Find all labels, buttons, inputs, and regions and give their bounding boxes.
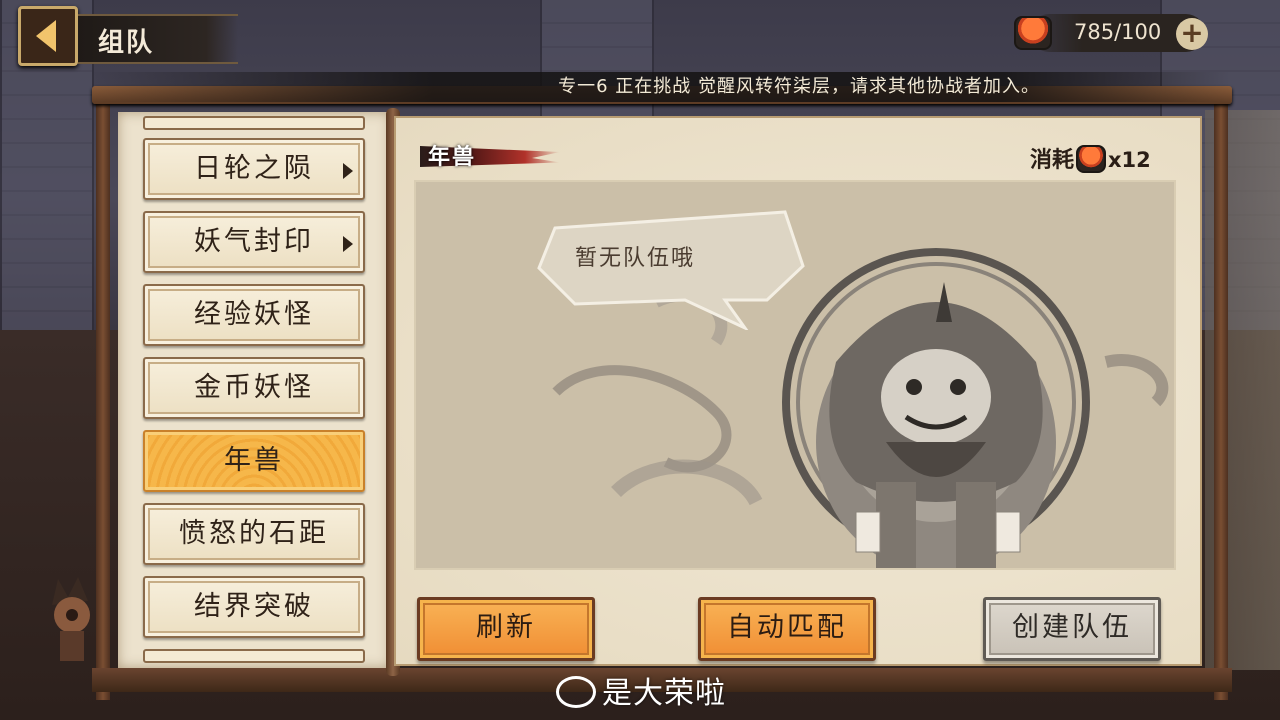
sushi-icon [1014, 16, 1052, 50]
refresh-button[interactable]: 刷新 [417, 597, 595, 661]
triangle-right-icon [343, 163, 353, 179]
menu-item-sun-wheel[interactable]: 日轮之陨 [143, 138, 365, 200]
menu-item-label: 经验妖怪 [194, 299, 314, 330]
page-title: 组队 [98, 28, 155, 58]
currency-value: 785/100 [1074, 20, 1162, 44]
mascot-character [52, 577, 90, 661]
menu-item-label: 日轮之陨 [194, 153, 314, 184]
weibo-icon [556, 675, 596, 708]
menu-item-label: 年兽 [224, 445, 284, 476]
menu-item-partial [143, 649, 365, 663]
auto-match-button[interactable]: 自动匹配 [698, 597, 876, 661]
menu-item-label: 金币妖怪 [194, 372, 314, 403]
cost-label: 消耗 [1030, 148, 1075, 173]
menu-item-label: 结界突破 [194, 591, 314, 622]
back-button[interactable] [18, 6, 78, 66]
menu-item-partial [143, 116, 365, 130]
menu-item-angry-octopus[interactable]: 愤怒的石距 [143, 503, 365, 565]
watermark: 是大荣啦 [556, 668, 726, 712]
empty-team-message: 暂无队伍哦 [574, 246, 695, 271]
create-team-button[interactable]: 创建队伍 [983, 597, 1161, 661]
menu-item-nian-beast[interactable]: 年兽 [143, 430, 365, 492]
add-currency-button[interactable]: + [1176, 18, 1208, 50]
frame-pole-right [1214, 100, 1228, 700]
panel-title: 年兽 [428, 145, 477, 170]
sushi-icon [1076, 145, 1107, 173]
cost-amount: x12 [1108, 148, 1151, 172]
menu-item-barrier-breakthrough[interactable]: 结界突破 [143, 576, 365, 638]
triangle-right-icon [343, 236, 353, 252]
menu-item-exp-monster[interactable]: 经验妖怪 [143, 284, 365, 346]
menu-item-gold-monster[interactable]: 金币妖怪 [143, 357, 365, 419]
menu-item-label: 妖气封印 [194, 226, 314, 257]
team-invite-notice[interactable]: 专一6 正在挑战 觉醒风转符柒层，请求其他协战者加入。 [90, 72, 1230, 102]
menu-item-demon-seal[interactable]: 妖气封印 [143, 211, 365, 273]
frame-pole-left [96, 100, 110, 700]
cost-display: 消耗 x12 [1030, 142, 1151, 175]
menu-item-label: 愤怒的石距 [179, 518, 329, 549]
chevron-left-icon [36, 20, 56, 52]
watermark-text: 是大荣啦 [602, 676, 726, 711]
